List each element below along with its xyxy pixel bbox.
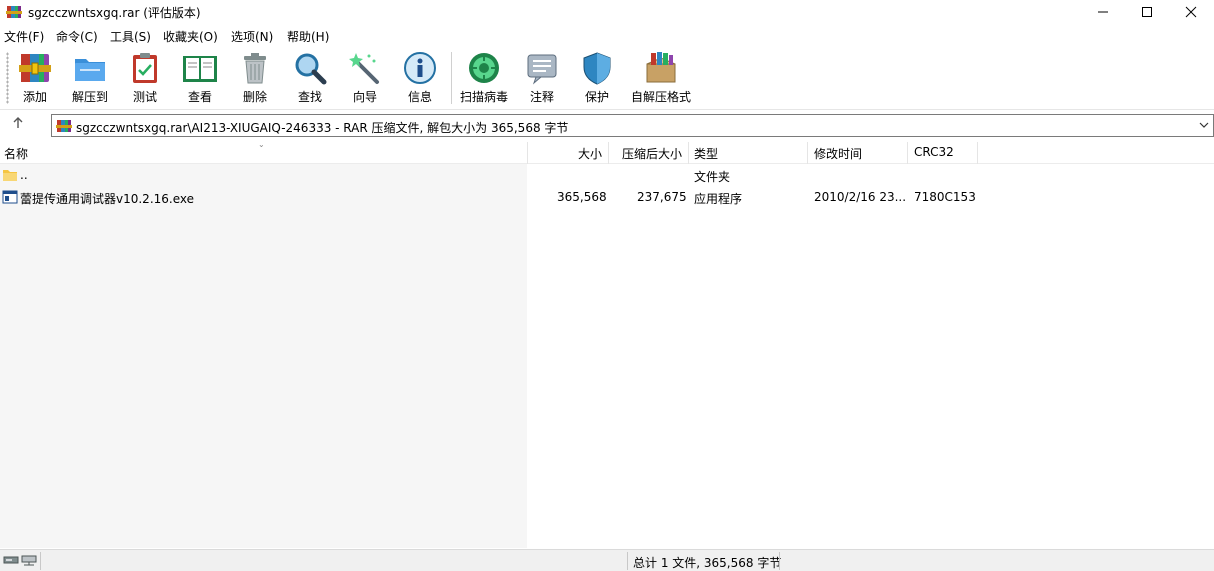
file-list-header: ⌄ 名称 大小 压缩后大小 类型 修改时间 CRC32 (0, 140, 1214, 164)
file-type: 文件夹 (694, 170, 731, 184)
menu-tools[interactable]: 工具(S) (110, 28, 151, 45)
table-row[interactable]: .. 文件夹 (0, 164, 1214, 186)
test-clipboard-icon (133, 53, 157, 83)
protect-button[interactable]: 保护 (571, 50, 623, 106)
file-type: 应用程序 (694, 192, 743, 206)
extract-to-label: 解压到 (71, 90, 108, 104)
col-name[interactable]: 名称 (4, 145, 28, 162)
magic-wand-icon (349, 53, 379, 84)
col-divider[interactable] (977, 142, 978, 164)
menu-options[interactable]: 选项(N) (231, 28, 273, 45)
view-button[interactable]: 查看 (174, 50, 226, 106)
minimize-icon (1098, 11, 1108, 13)
col-divider[interactable] (608, 142, 609, 164)
comment-button[interactable]: 注释 (516, 50, 568, 106)
comment-label: 注释 (529, 90, 554, 104)
table-row[interactable]: 蕾提传通用调试器v10.2.16.exe 365,568 237,675 应用程… (0, 186, 1214, 208)
status-bar: 总计 1 文件, 365,568 字节 (0, 549, 1214, 571)
status-divider (779, 552, 780, 570)
col-type[interactable]: 类型 (694, 145, 718, 162)
status-divider (627, 552, 628, 570)
network-drive-icon[interactable] (21, 554, 37, 566)
info-icon (404, 52, 436, 84)
comment-icon (527, 54, 557, 85)
wizard-button[interactable]: 向导 (339, 50, 391, 106)
delete-button[interactable]: 删除 (229, 50, 281, 106)
col-divider[interactable] (907, 142, 908, 164)
info-label: 信息 (407, 90, 432, 104)
address-path: sgzcczwntsxgq.rar\AI213-XIUGAIQ-246333 -… (76, 121, 569, 135)
find-label: 查找 (297, 90, 322, 104)
protect-label: 保护 (584, 90, 609, 104)
add-label: 添加 (22, 90, 47, 104)
up-button[interactable] (8, 116, 28, 134)
file-name: .. (20, 168, 28, 182)
col-packed[interactable]: 压缩后大小 (622, 145, 682, 162)
shield-icon (583, 52, 611, 85)
menu-bar: 文件(F) 命令(C) 工具(S) 收藏夹(O) 选项(N) 帮助(H) (0, 24, 1214, 46)
close-icon (1185, 6, 1197, 18)
address-row: sgzcczwntsxgq.rar\AI213-XIUGAIQ-246333 -… (0, 111, 1214, 139)
file-packed-size: 237,675 (637, 190, 687, 204)
menu-help[interactable]: 帮助(H) (287, 28, 329, 45)
menu-file[interactable]: 文件(F) (4, 28, 44, 45)
sfx-box-icon (646, 52, 676, 83)
toolbar-separator (451, 52, 452, 104)
menu-favorites[interactable]: 收藏夹(O) (163, 28, 218, 45)
up-arrow-icon (13, 117, 23, 128)
close-button[interactable] (1168, 0, 1214, 24)
view-book-icon (183, 56, 217, 82)
name-column-background (0, 164, 527, 548)
col-divider[interactable] (807, 142, 808, 164)
find-button[interactable]: 查找 (284, 50, 336, 106)
add-button[interactable]: 添加 (9, 50, 61, 106)
sort-indicator-icon: ⌄ (258, 140, 265, 149)
scan-virus-label: 扫描病毒 (459, 90, 508, 104)
file-modified: 2010/2/16 23... (814, 190, 907, 204)
exe-file-icon (2, 190, 18, 204)
test-button[interactable]: 测试 (119, 50, 171, 106)
menu-commands[interactable]: 命令(C) (56, 28, 98, 45)
sfx-label: 自解压格式 (630, 90, 691, 104)
col-size[interactable]: 大小 (578, 145, 602, 162)
sfx-button[interactable]: 自解压格式 (626, 50, 696, 106)
status-divider (40, 552, 41, 570)
toolbar: 添加 解压到 测试 查看 删除 查找 向导 信息 扫描病毒 注释 保护 自解压格… (0, 46, 1214, 110)
title-bar: sgzcczwntsxgq.rar (评估版本) (0, 0, 1214, 24)
col-crc[interactable]: CRC32 (914, 145, 954, 159)
view-label: 查看 (187, 90, 212, 104)
maximize-button[interactable] (1124, 0, 1170, 24)
folder-extract-icon (75, 59, 105, 81)
col-divider[interactable] (688, 142, 689, 164)
drive-icon[interactable] (3, 554, 19, 566)
magnifier-icon (295, 53, 327, 85)
virus-scan-icon (469, 53, 499, 83)
maximize-icon (1142, 7, 1152, 17)
file-name: 蕾提传通用调试器v10.2.16.exe (20, 192, 195, 206)
info-button[interactable]: 信息 (394, 50, 446, 106)
scan-virus-button[interactable]: 扫描病毒 (458, 50, 510, 106)
add-archive-icon (19, 54, 51, 82)
window-title: sgzcczwntsxgq.rar (评估版本) (28, 6, 201, 20)
wizard-label: 向导 (352, 90, 377, 104)
col-divider[interactable] (527, 142, 528, 164)
test-label: 测试 (132, 90, 157, 104)
address-dropdown-button[interactable] (1199, 120, 1209, 133)
archive-icon (56, 120, 72, 132)
extract-to-button[interactable]: 解压到 (64, 50, 116, 106)
address-bar[interactable]: sgzcczwntsxgq.rar\AI213-XIUGAIQ-246333 -… (51, 114, 1214, 137)
chevron-down-icon (1199, 122, 1209, 128)
folder-icon (3, 170, 17, 181)
file-crc: 7180C153 (914, 190, 976, 204)
file-size: 365,568 (557, 190, 607, 204)
col-modified[interactable]: 修改时间 (814, 145, 862, 162)
status-summary: 总计 1 文件, 365,568 字节 (633, 556, 782, 570)
delete-label: 删除 (242, 90, 267, 104)
trash-icon (244, 53, 266, 84)
winrar-app-icon (6, 6, 22, 18)
minimize-button[interactable] (1080, 0, 1126, 24)
